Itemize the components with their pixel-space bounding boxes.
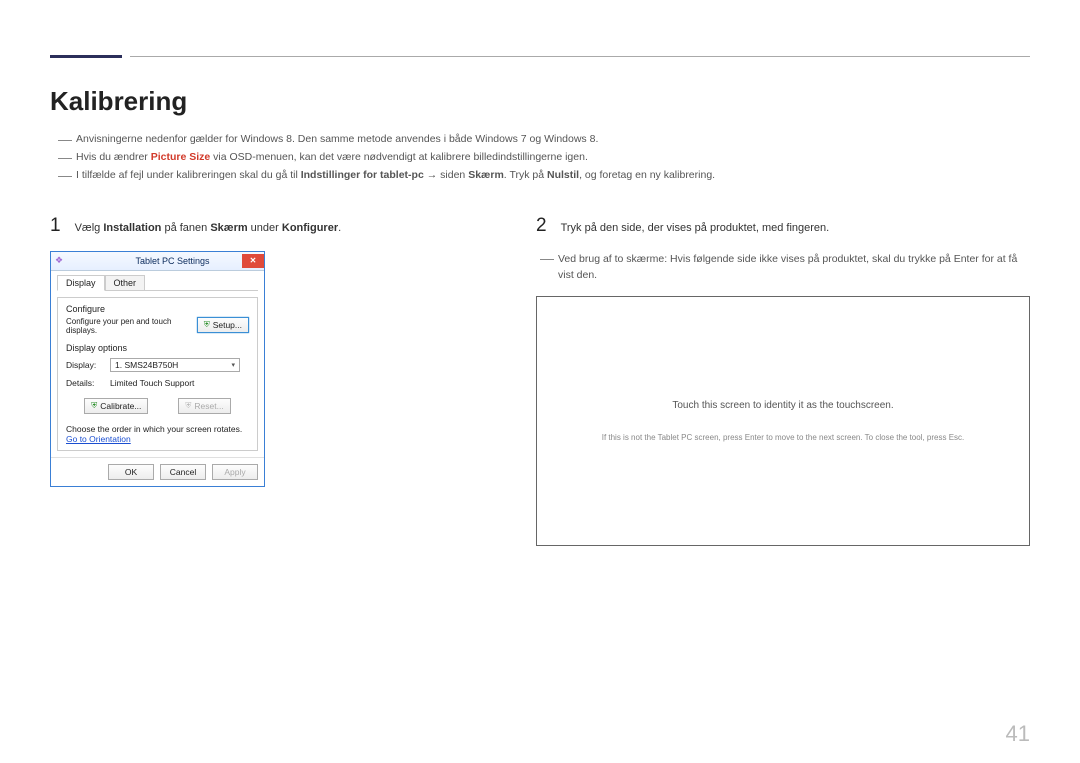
text-bold: Konfigurer xyxy=(282,222,338,234)
button-label: Reset... xyxy=(194,401,223,411)
text-seg: , og foretag en ny kalibrering. xyxy=(579,169,715,181)
note-line: Anvisningerne nedenfor gælder for Window… xyxy=(58,131,1030,149)
arrow-icon: → xyxy=(424,169,440,181)
note-text: I tilfælde af fejl under kalibreringen s… xyxy=(76,167,715,185)
text-bold: Nulstil xyxy=(547,169,579,181)
text-bold: Skærm xyxy=(468,169,504,181)
dialog-content: Configure Configure your pen and touch d… xyxy=(57,297,258,451)
button-label: Setup... xyxy=(213,320,242,330)
dialog-tabs: Display Other xyxy=(57,275,258,291)
touch-sub-text: If this is not the Tablet PC screen, pre… xyxy=(602,433,965,442)
text-bold: Installation xyxy=(103,222,161,234)
text-seg: under xyxy=(248,222,282,234)
rule-line xyxy=(130,56,1030,57)
tab-display[interactable]: Display xyxy=(57,275,105,291)
text-seg: via OSD-menuen, kan det være nødvendigt … xyxy=(210,151,588,163)
step-number: 1 xyxy=(50,215,61,237)
display-options-label: Display options xyxy=(66,343,249,353)
reset-button[interactable]: ⛨ Reset... xyxy=(178,398,230,414)
tablet-pc-settings-dialog: ❖ Tablet PC Settings ✕ Display Other Con… xyxy=(50,251,265,487)
note-line: I tilfælde af fejl under kalibreringen s… xyxy=(58,167,1030,185)
dash-icon xyxy=(58,176,72,177)
configure-label: Configure xyxy=(66,304,249,314)
page-title: Kalibrering xyxy=(50,86,1030,117)
text-bold-red: Picture Size xyxy=(151,151,211,163)
note-text: Anvisningerne nedenfor gælder for Window… xyxy=(76,131,598,149)
note-line: Hvis du ændrer Picture Size via OSD-menu… xyxy=(58,149,1030,167)
text-bold: Skærm xyxy=(210,222,247,234)
text-seg: . xyxy=(338,222,341,234)
dialog-footer: OK Cancel Apply xyxy=(51,457,264,486)
column-left: 1 Vælg Installation på fanen Skærm under… xyxy=(50,215,506,547)
tab-other[interactable]: Other xyxy=(105,275,146,290)
ok-button[interactable]: OK xyxy=(108,464,154,480)
sub-note: Ved brug af to skærme: Hvis følgende sid… xyxy=(540,251,1030,285)
dash-icon xyxy=(58,140,72,141)
dialog-titlebar: ❖ Tablet PC Settings ✕ xyxy=(51,252,264,271)
details-row: Details: Limited Touch Support xyxy=(66,378,249,388)
step-number: 2 xyxy=(536,215,547,237)
orientation-link[interactable]: Go to Orientation xyxy=(66,434,249,444)
setup-button[interactable]: ⛨ Setup... xyxy=(197,317,249,333)
text-seg: på fanen xyxy=(161,222,210,234)
intro-notes: Anvisningerne nedenfor gælder for Window… xyxy=(58,131,1030,185)
dialog-body: Display Other Configure Configure your p… xyxy=(51,271,264,457)
shield-icon: ⛨ xyxy=(91,401,97,411)
note-text: Hvis du ændrer Picture Size via OSD-menu… xyxy=(76,149,588,167)
dash-icon xyxy=(58,158,72,159)
text-seg: . Tryk på xyxy=(504,169,547,181)
display-row: Display: 1. SMS24B750H ▾ xyxy=(66,358,249,372)
chevron-down-icon: ▾ xyxy=(231,361,235,369)
text-seg: I tilfælde af fejl under kalibreringen s… xyxy=(76,169,301,181)
display-label: Display: xyxy=(66,360,110,370)
display-options-group: Display options Display: 1. SMS24B750H ▾… xyxy=(66,343,249,414)
step-header: 2 Tryk på den side, der vises på produkt… xyxy=(536,215,1030,237)
configure-group: Configure Configure your pen and touch d… xyxy=(66,304,249,335)
step-text: Tryk på den side, der vises på produktet… xyxy=(561,222,830,234)
column-right: 2 Tryk på den side, der vises på produkt… xyxy=(536,215,1030,547)
system-icon: ❖ xyxy=(55,255,63,266)
dash-icon xyxy=(540,259,554,260)
step-text: Vælg Installation på fanen Skærm under K… xyxy=(75,222,342,234)
calibrate-button[interactable]: ⛨ Calibrate... xyxy=(84,398,148,414)
button-label: Calibrate... xyxy=(100,401,141,411)
top-rule xyxy=(50,55,1030,58)
apply-button[interactable]: Apply xyxy=(212,464,258,480)
details-value: Limited Touch Support xyxy=(110,378,194,388)
shield-icon: ⛨ xyxy=(204,320,210,330)
orientation-note: Choose the order in which your screen ro… xyxy=(66,424,249,434)
touch-screen-box: Touch this screen to identity it as the … xyxy=(536,296,1030,546)
cancel-button[interactable]: Cancel xyxy=(160,464,206,480)
touch-main-text: Touch this screen to identity it as the … xyxy=(672,400,893,411)
text-seg: Hvis du ændrer xyxy=(76,151,151,163)
text-seg: siden xyxy=(440,169,468,181)
details-label: Details: xyxy=(66,378,110,388)
shield-icon: ⛨ xyxy=(185,401,191,411)
sub-note-text: Ved brug af to skærme: Hvis følgende sid… xyxy=(558,251,1030,285)
page-number: 41 xyxy=(1006,721,1030,747)
text-seg: Vælg xyxy=(75,222,104,234)
select-value: 1. SMS24B750H xyxy=(115,360,178,370)
dialog-title: Tablet PC Settings xyxy=(136,256,210,266)
configure-text: Configure your pen and touch displays. xyxy=(66,317,172,335)
display-select[interactable]: 1. SMS24B750H ▾ xyxy=(110,358,240,372)
rule-accent xyxy=(50,55,122,58)
step-header: 1 Vælg Installation på fanen Skærm under… xyxy=(50,215,506,237)
close-button[interactable]: ✕ xyxy=(242,254,264,268)
text-bold: Indstillinger for tablet-pc xyxy=(301,169,424,181)
